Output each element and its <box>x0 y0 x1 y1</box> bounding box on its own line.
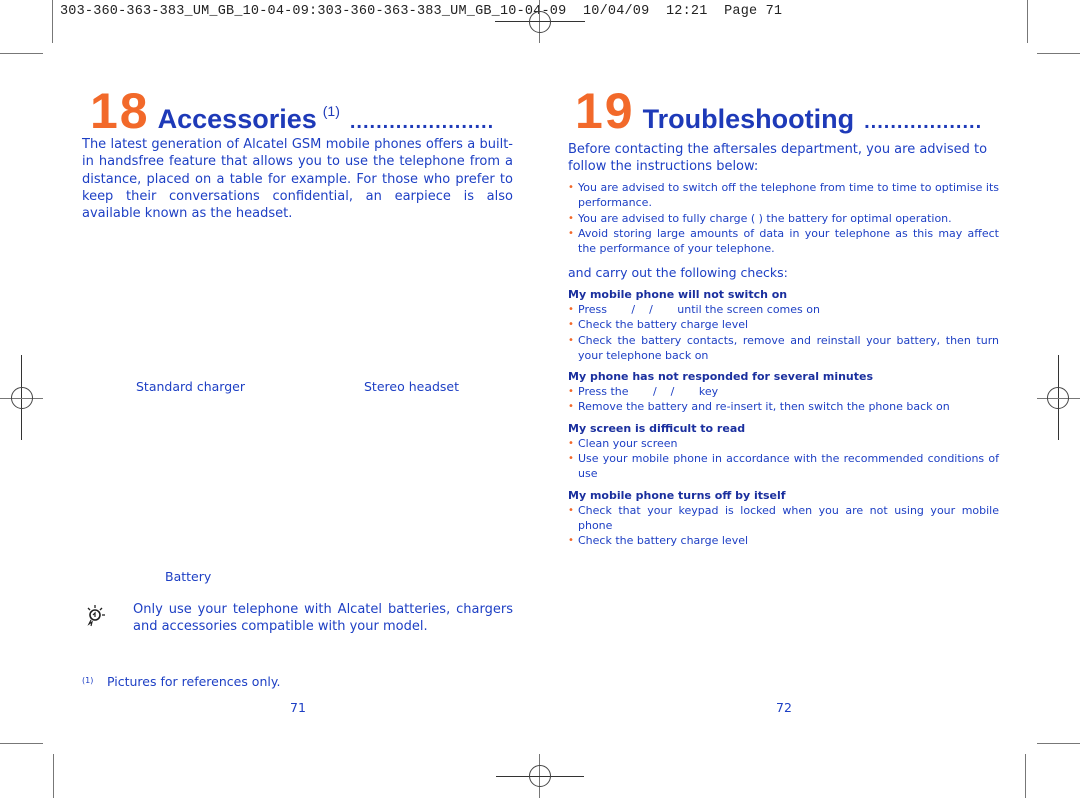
crop-mark <box>0 53 43 54</box>
list-item: Remove the battery and re-insert it, the… <box>568 399 999 415</box>
list-item: Check the battery charge level <box>568 533 999 549</box>
accessories-intro: The latest generation of Alcatel GSM mob… <box>82 137 513 222</box>
caption-standard-charger: Standard charger <box>136 379 245 394</box>
section-turns-off: My mobile phone turns off by itself Chec… <box>568 488 999 549</box>
list-item: Press / / until the screen comes on <box>568 302 999 318</box>
footnote-marker: (1) <box>82 676 94 685</box>
troubleshooting-sections: My mobile phone will not switch on Press… <box>568 281 999 549</box>
footnote-reference: (1) <box>322 103 340 119</box>
chapter-heading-accessories: 18 Accessories (1) .....................… <box>90 86 494 136</box>
troubleshooting-intro: Before contacting the aftersales departm… <box>568 142 988 175</box>
list-item: Use your mobile phone in accordance with… <box>568 451 999 482</box>
advice-list: You are advised to switch off the teleph… <box>568 180 999 256</box>
crop-mark <box>52 0 53 43</box>
list-item: Avoid storing large amounts of data in y… <box>568 226 999 257</box>
page-number-72: 72 <box>776 700 792 715</box>
footnote-text: Pictures for references only. <box>107 674 281 689</box>
print-slug: 303-360-363-383_UM_GB_10-04-09:303-360-3… <box>60 4 783 19</box>
crop-mark <box>1025 754 1026 798</box>
leader-dots: .................. <box>864 111 983 133</box>
section-screen-difficult: My screen is difficult to read Clean you… <box>568 421 999 482</box>
list-item: You are advised to switch off the teleph… <box>568 180 999 211</box>
list-item: Check the battery contacts, remove and r… <box>568 333 999 364</box>
chapter-number: 18 <box>90 83 150 139</box>
list-item: Check that your keypad is locked when yo… <box>568 503 999 534</box>
chapter-heading-troubleshooting: 19 Troubleshooting .................. <box>575 86 982 136</box>
list-item: Check the battery charge level <box>568 317 999 333</box>
crop-mark <box>1037 743 1080 744</box>
chapter-number: 19 <box>575 83 635 139</box>
crop-mark <box>1037 53 1080 54</box>
crop-mark <box>0 743 43 744</box>
page-number-71: 71 <box>290 700 306 715</box>
list-item: Clean your screen <box>568 436 999 452</box>
caption-battery: Battery <box>165 569 212 584</box>
section-heading: My phone has not responded for several m… <box>568 370 874 384</box>
list-item: You are advised to fully charge ( ) the … <box>568 211 999 227</box>
section-heading: My mobile phone turns off by itself <box>568 488 786 502</box>
section-heading: My mobile phone will not switch on <box>568 288 788 301</box>
crop-mark <box>1027 0 1028 43</box>
chapter-title: Accessories <box>157 104 317 134</box>
section-heading: My screen is difficult to read <box>568 421 746 435</box>
checks-intro: and carry out the following checks: <box>568 265 788 280</box>
list-item: Press the / / key <box>568 384 999 400</box>
caption-stereo-headset: Stereo headset <box>364 379 460 394</box>
lightbulb-icon <box>87 605 105 627</box>
crop-mark <box>53 754 54 798</box>
tip-text: Only use your telephone with Alcatel bat… <box>133 602 513 635</box>
section-will-not-switch-on: My mobile phone will not switch on Press… <box>568 287 999 363</box>
leader-dots: ...................... <box>349 111 495 133</box>
chapter-title: Troubleshooting <box>642 104 855 134</box>
section-not-responded: My phone has not responded for several m… <box>568 369 999 415</box>
